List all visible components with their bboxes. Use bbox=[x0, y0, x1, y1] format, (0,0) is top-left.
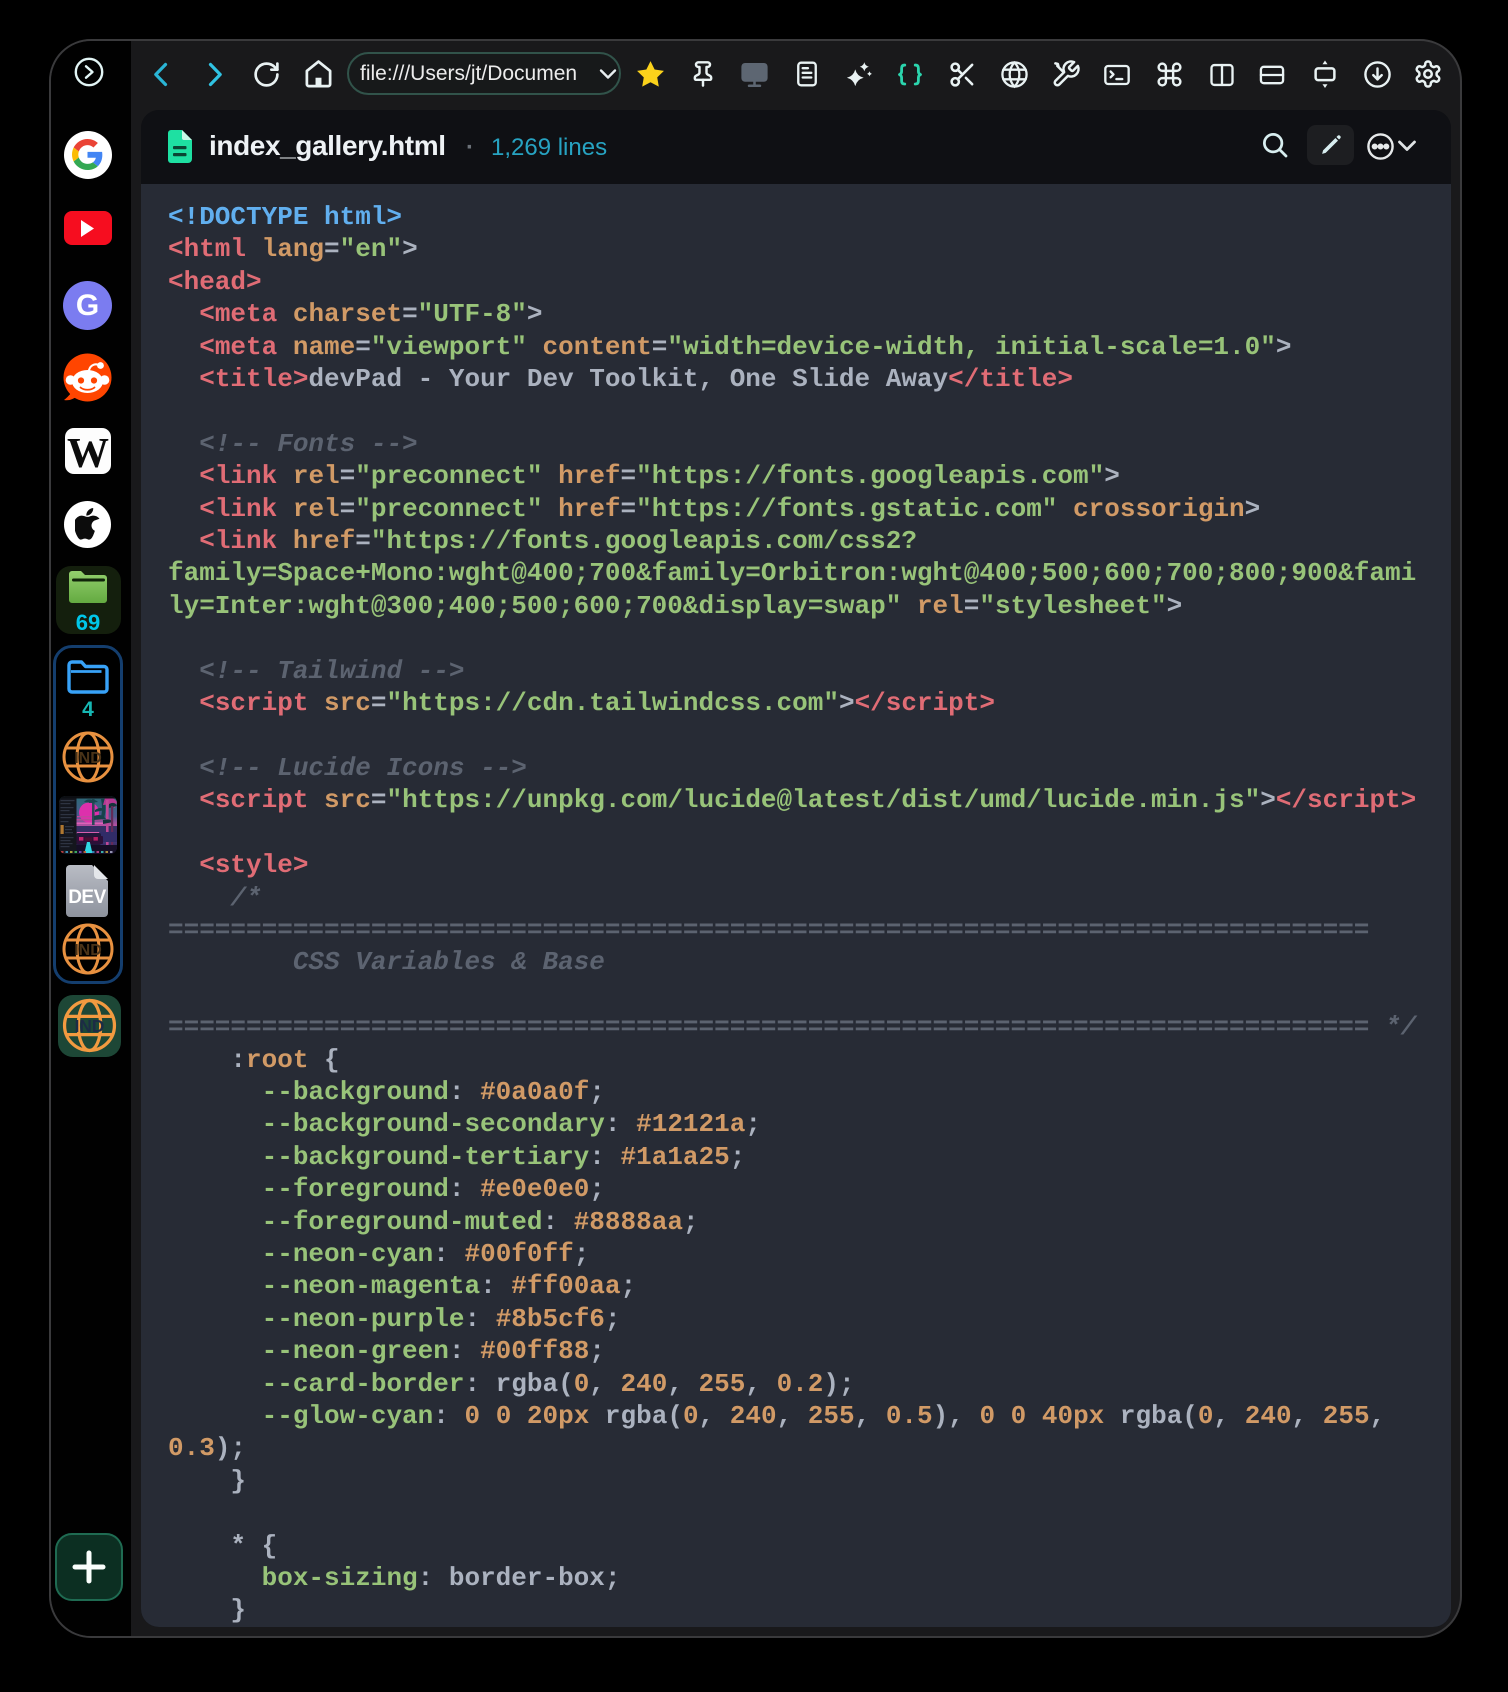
svg-text:DEV: DEV bbox=[68, 887, 106, 908]
svg-text:IND: IND bbox=[75, 1016, 105, 1036]
svg-text:IND: IND bbox=[74, 942, 102, 959]
svg-text:IND: IND bbox=[74, 750, 102, 767]
